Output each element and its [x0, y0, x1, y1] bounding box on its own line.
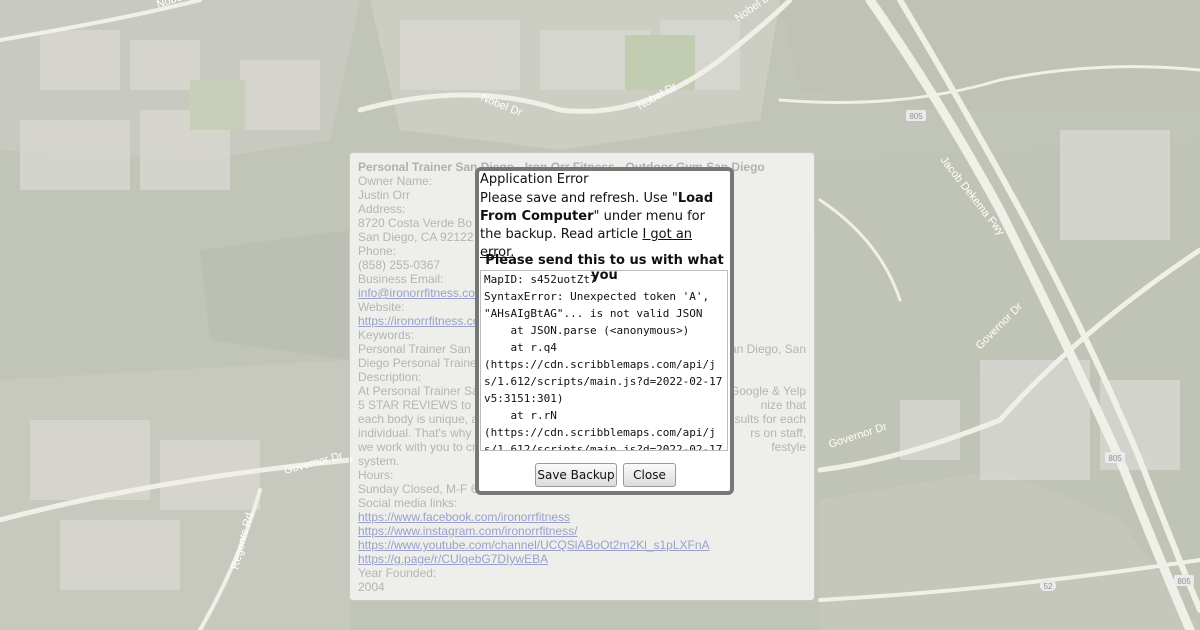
- description-text: each body is unique, a: [358, 412, 479, 426]
- description-text: sults for each: [734, 412, 806, 426]
- youtube-link[interactable]: https://www.youtube.com/channel/UCQSlABo…: [358, 538, 710, 552]
- dialog-message: Please save and refresh. Use "Load From …: [480, 190, 725, 262]
- application-error-dialog: Application Error Please save and refres…: [475, 167, 734, 495]
- description-text: we work with you to cr: [358, 440, 477, 454]
- year-founded-value: 2004: [358, 580, 385, 594]
- social-label: Social media links:: [358, 496, 458, 510]
- year-founded-label: Year Founded:: [358, 566, 437, 580]
- website-link[interactable]: https://ironorrfitness.co: [358, 314, 479, 328]
- close-button[interactable]: Close: [623, 463, 676, 487]
- keywords-text: Personal Trainer San D: [358, 342, 483, 356]
- description-text: At Personal Trainer Sa: [358, 384, 479, 398]
- instagram-link[interactable]: https://www.instagram.com/ironorrfitness…: [358, 524, 577, 538]
- facebook-link[interactable]: https://www.facebook.com/ironorrfitness: [358, 510, 570, 524]
- description-text: festyle: [771, 440, 806, 454]
- save-backup-button[interactable]: Save Backup: [535, 463, 617, 487]
- dialog-title: Application Error: [480, 172, 589, 187]
- keywords-text: San Diego, San: [721, 342, 806, 356]
- error-log-textarea[interactable]: MapID: s452uotZt7 SyntaxError: Unexpecte…: [480, 270, 728, 451]
- description-text: individual. That's why: [358, 426, 472, 440]
- description-text: Google & Yelp: [729, 384, 806, 398]
- message-text: Please save and refresh. Use ": [480, 191, 678, 206]
- email-link[interactable]: info@ironorrfitness.co: [358, 286, 475, 300]
- description-text: rs on staff,: [750, 426, 806, 440]
- google-page-link[interactable]: https://g.page/r/CUlqebG7DIywEBA: [358, 552, 548, 566]
- description-text: nize that: [760, 398, 806, 412]
- description-text: 5 STAR REVIEWS to p: [358, 398, 482, 412]
